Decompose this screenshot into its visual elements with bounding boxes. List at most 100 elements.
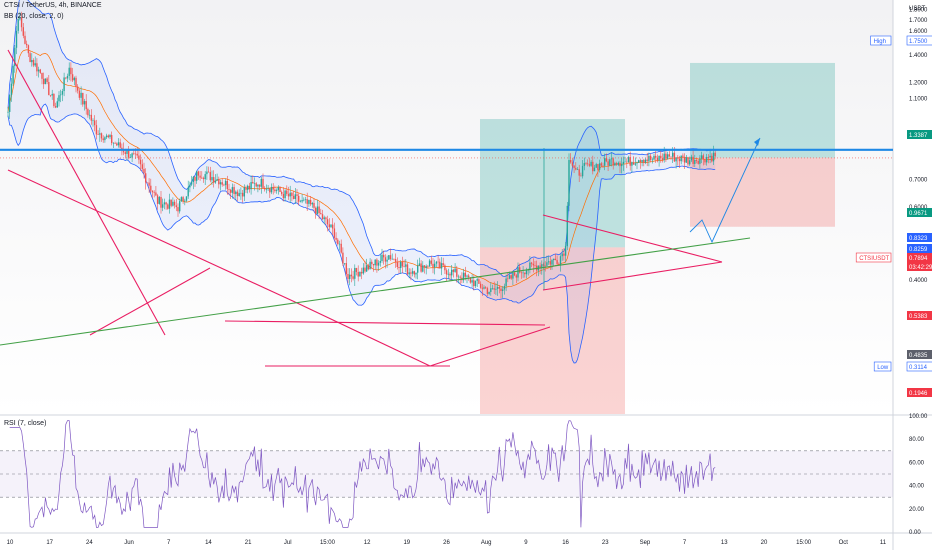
candle-body: [702, 155, 704, 160]
candle-body: [71, 74, 74, 81]
candle-body: [430, 260, 432, 264]
candle-body: [592, 161, 594, 172]
candle-body: [241, 192, 244, 197]
candle-body: [483, 287, 485, 289]
candle-body: [233, 187, 235, 195]
candle-body: [410, 272, 412, 274]
candle-body: [709, 155, 711, 158]
candle-body: [207, 171, 210, 173]
candle-body: [354, 267, 356, 279]
candle-body: [65, 77, 67, 79]
candle-body: [689, 160, 691, 165]
candle-body: [508, 275, 511, 279]
candle-body: [663, 153, 665, 160]
candle-body: [48, 82, 50, 96]
candle-body: [559, 256, 562, 265]
candle-body: [134, 153, 137, 155]
candle-body: [36, 63, 38, 72]
time-tick-label: 16: [562, 540, 569, 546]
candle-body: [627, 157, 630, 163]
candle-body: [434, 263, 436, 268]
candle-body: [485, 287, 487, 289]
candle-body: [107, 135, 109, 138]
candle-body: [631, 162, 633, 166]
price-tick-label: 0.4000: [909, 278, 928, 284]
candle-body: [515, 275, 517, 278]
price-label-value: 0.8323: [909, 236, 928, 242]
candle-body: [320, 213, 322, 215]
candle-body: [196, 171, 198, 181]
candle-body: [105, 135, 108, 138]
time-tick-label: 7: [683, 540, 687, 546]
candle-body: [474, 280, 477, 287]
candle-body: [287, 193, 290, 197]
candle-body: [593, 167, 596, 172]
candle-body: [296, 194, 298, 196]
candle-body: [570, 160, 572, 163]
candle-body: [323, 217, 325, 220]
candle-body: [243, 187, 245, 197]
candle-body: [427, 266, 429, 267]
candle-body: [223, 184, 225, 186]
price-label-name: CTSIUSDT: [859, 256, 889, 262]
candle-body: [80, 92, 82, 98]
candle-body: [524, 272, 526, 275]
candle-body: [333, 228, 336, 238]
candle-body: [58, 95, 60, 102]
candle-body: [192, 176, 194, 183]
candle-body: [240, 192, 242, 194]
candle-body: [17, 19, 19, 31]
candle-body: [340, 243, 342, 253]
first-long-position-profit-zone: [480, 119, 625, 248]
candle-body: [525, 270, 528, 275]
candle-body: [420, 263, 422, 272]
candle-body: [269, 188, 271, 193]
candle-body: [87, 109, 89, 116]
candle-body: [303, 199, 305, 201]
candle-body: [643, 159, 645, 163]
candle-body: [413, 271, 415, 275]
candle-body: [342, 252, 344, 264]
candle-body: [124, 152, 126, 154]
candle-body: [372, 264, 375, 266]
candle-body: [666, 154, 669, 159]
candle-body: [442, 263, 444, 266]
candle-body: [308, 199, 310, 204]
candle-body: [112, 142, 115, 144]
candle-body: [325, 217, 327, 220]
candle-body: [250, 182, 252, 190]
candle-body: [78, 90, 81, 98]
price-label-name: High: [874, 39, 886, 45]
candle-body: [114, 142, 116, 144]
candle-body: [632, 162, 635, 165]
chart: 1.80001.70001.60001.50001.40001.20001.10…: [0, 0, 932, 550]
time-tick-label: 15:00: [796, 540, 812, 546]
candle-body: [298, 195, 300, 202]
price-label-value: 0.4835: [909, 353, 928, 359]
candle-body: [264, 188, 266, 190]
candle-body: [216, 179, 218, 181]
candle-body: [588, 164, 591, 166]
candle-body: [117, 142, 120, 146]
candle-body: [369, 261, 371, 270]
candle-body: [230, 189, 232, 193]
candle-body: [221, 182, 223, 185]
candle-body: [88, 114, 91, 116]
candle-body: [56, 101, 58, 108]
candle-body: [682, 155, 684, 157]
candle-body: [301, 199, 303, 202]
candle-body: [503, 286, 506, 290]
candle-body: [167, 204, 169, 209]
candle-body: [350, 274, 353, 277]
candle-body: [321, 214, 324, 220]
candle-body: [502, 289, 504, 291]
candle-body: [27, 45, 30, 54]
candle-body: [534, 265, 536, 267]
price-tick-label: 0.7000: [909, 178, 928, 184]
candle-body: [428, 260, 431, 267]
candle-body: [687, 157, 689, 165]
candle-body: [403, 266, 405, 267]
candle-body: [170, 199, 172, 206]
candle-body: [519, 267, 521, 273]
candle-body: [128, 149, 130, 158]
